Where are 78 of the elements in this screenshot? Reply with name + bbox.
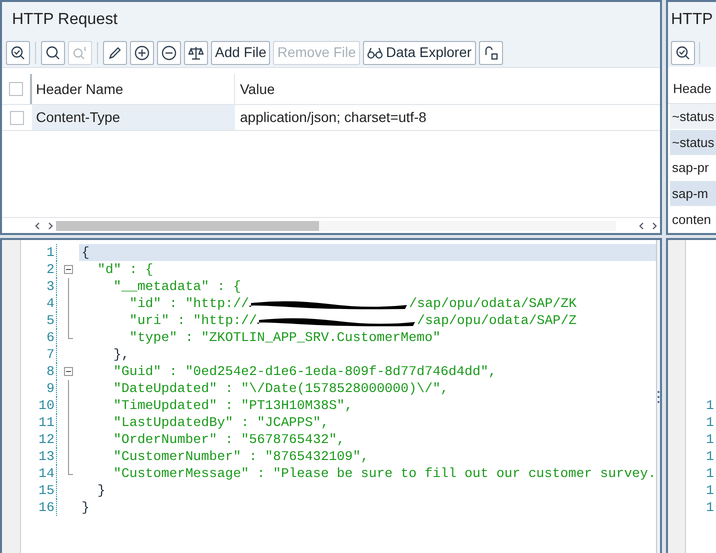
line-number: 13 <box>21 448 58 465</box>
line-number: 8 <box>21 363 58 380</box>
code-text: "uri" : "http:// <box>128 312 258 329</box>
scale-icon <box>188 44 204 60</box>
column-header[interactable]: Value <box>235 74 660 104</box>
code-editor[interactable] <box>0 238 662 553</box>
table-cell: Content-Type <box>32 105 235 130</box>
table-row[interactable]: ~status <box>670 104 716 130</box>
line-number: 11 <box>21 414 58 431</box>
line-number: 6 <box>21 329 58 346</box>
select-all-checkbox[interactable] <box>9 82 23 96</box>
code-text: "OrderNumber" : "5678765432", <box>112 431 345 448</box>
code-text: "id" : "http:// <box>128 295 250 312</box>
zoom-icon <box>675 44 691 61</box>
toolbar-button[interactable]: Add File <box>211 40 270 64</box>
search-next-icon <box>72 44 88 60</box>
toolbar-icon-button[interactable] <box>184 40 208 64</box>
line-number: 1 <box>21 244 58 261</box>
code-text: "DateUpdated" : "\/Date(1578528000000)\/", <box>112 380 449 397</box>
pencil-icon <box>107 44 123 60</box>
code-text: "__metadata" : { <box>112 278 242 295</box>
fold-end-line <box>68 329 73 339</box>
code-text: { <box>81 244 90 261</box>
code-text: "TimeUpdated" : "PT13H10M38S", <box>112 397 353 414</box>
code-text: "CustomerMessage" : "Please be sure to fill out our customer survey. <box>112 465 656 482</box>
minus-icon <box>161 44 177 60</box>
code-text: /sap/opu/odata/SAP/ZK <box>409 295 577 312</box>
table-row[interactable]: ~status <box>670 130 716 156</box>
line-number: 16 <box>21 499 58 516</box>
line-number: 1 <box>706 448 715 465</box>
zoom-icon <box>10 44 26 60</box>
toolbar-icon-button[interactable] <box>41 40 65 64</box>
table-row[interactable]: sap-m <box>670 181 716 208</box>
fold-toggle-icon[interactable] <box>64 265 73 274</box>
plus-icon <box>134 44 150 60</box>
code-text: } <box>81 499 90 516</box>
code-text: /sap/opu/odata/SAP/Z <box>417 312 577 329</box>
code-text: "CustomerNumber" : "8765432109", <box>112 448 369 465</box>
line-number: 1 <box>706 465 715 482</box>
toolbar-icon-button[interactable] <box>103 40 127 64</box>
line-number: 14 <box>21 465 58 482</box>
code-text: "d" : { <box>96 261 154 278</box>
scrollbar-thumb[interactable] <box>56 220 320 230</box>
code-text: "LastUpdatedBy" : "JCAPPS", <box>112 414 329 431</box>
line-number: 5 <box>21 312 58 329</box>
line-number: 1 <box>706 414 715 431</box>
line-number: 7 <box>21 346 58 363</box>
fold-toggle-icon[interactable] <box>64 367 73 376</box>
line-number: 1 <box>706 431 715 448</box>
code-text: }, <box>112 346 130 363</box>
panel-title: HTTP Request <box>12 10 118 30</box>
toolbar-icon-button[interactable] <box>157 40 181 64</box>
code-text: } <box>96 482 106 499</box>
panel-title: HTTP <box>671 10 713 30</box>
line-number: 10 <box>21 397 58 414</box>
line-number: 15 <box>21 482 58 499</box>
toolbar-icon-button[interactable] <box>671 40 695 65</box>
line-number: 9 <box>21 380 58 397</box>
row-checkbox[interactable] <box>10 110 24 124</box>
line-number: 1 <box>706 397 715 414</box>
line-number: 1 <box>706 482 715 499</box>
toolbar-icon-button[interactable] <box>130 40 154 64</box>
line-number: 1 <box>706 499 715 516</box>
code-text: "Guid" : "0ed254e2-d1e6-1eda-809f-8d77d746d4dd", <box>112 363 496 380</box>
line-number: 12 <box>21 431 58 448</box>
toolbar-icon-button[interactable] <box>6 40 30 64</box>
splitter-grip-icon[interactable] <box>657 390 660 404</box>
column-header[interactable]: Heade <box>673 78 712 98</box>
code-text: "type" : "ZKOTLIN_APP_SRV.CustomerMemo" <box>128 329 441 346</box>
line-number: 3 <box>21 278 58 295</box>
line-number: 2 <box>21 261 58 278</box>
toolbar-icon-button[interactable] <box>478 40 503 64</box>
table-cell-text: application/json; charset=utf-8 <box>239 108 428 127</box>
column-header[interactable]: Header Name <box>32 74 235 104</box>
search-icon <box>45 44 61 60</box>
line-number: 4 <box>21 295 58 312</box>
toolbar-button[interactable]: Data Explorer <box>362 40 476 64</box>
fold-end-line <box>68 465 73 475</box>
